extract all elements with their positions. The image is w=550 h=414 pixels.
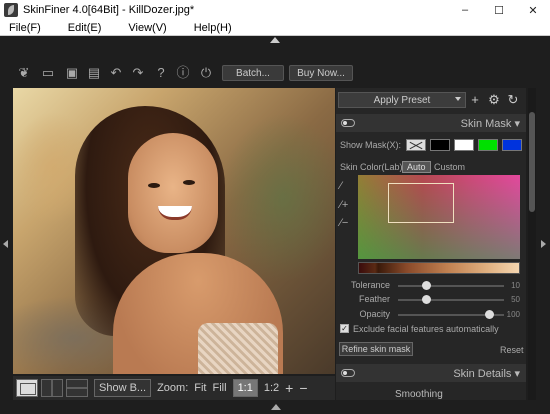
batch-button[interactable]: Batch...: [222, 65, 284, 81]
zoom-in-button[interactable]: +: [285, 380, 293, 396]
tab-custom[interactable]: Custom: [430, 161, 469, 173]
skin-mask-header[interactable]: Skin Mask ▾: [336, 114, 526, 132]
skin-mask-title: Skin Mask ▾: [460, 117, 520, 130]
window-title: SkinFiner 4.0[64Bit] - KillDozer.jpg*: [23, 4, 195, 16]
skin-mask-toggle[interactable]: [341, 119, 355, 127]
app-logo-icon: [4, 3, 18, 17]
skin-color-selection[interactable]: [388, 183, 454, 223]
exclude-facial-checkbox[interactable]: ✓: [340, 324, 349, 333]
redo-icon[interactable]: ↷: [130, 66, 146, 80]
skin-details-header[interactable]: Skin Details ▾: [336, 364, 526, 382]
panel-scroll-thumb[interactable]: [529, 112, 535, 212]
apply-preset-dropdown[interactable]: Apply Preset: [338, 92, 466, 108]
maximize-button[interactable]: ☐: [482, 0, 516, 20]
save-icon[interactable]: ▣: [64, 66, 80, 80]
menu-edit[interactable]: Edit(E): [68, 22, 102, 34]
add-preset-icon[interactable]: +: [468, 93, 482, 107]
collapse-toolbar-icon[interactable]: [270, 37, 280, 43]
mask-white-swatch[interactable]: [454, 139, 474, 151]
zoom-fit-button[interactable]: Fit: [194, 382, 206, 394]
feather-knob[interactable]: [421, 295, 431, 304]
collapse-right-icon[interactable]: [541, 240, 546, 248]
buy-now-button[interactable]: Buy Now...: [289, 65, 353, 81]
view-bar: Show B... Zoom: Fit Fill 1:1 1:2 + −: [13, 376, 335, 400]
single-view-button[interactable]: [16, 379, 38, 397]
zoom-out-button[interactable]: −: [299, 380, 307, 396]
split-vertical-view-button[interactable]: [41, 379, 63, 397]
collapse-left-icon[interactable]: [3, 240, 8, 248]
show-mask-label: Show Mask(X):: [340, 140, 402, 150]
mask-black-swatch[interactable]: [430, 139, 450, 151]
zoom-fill-button[interactable]: Fill: [213, 382, 227, 394]
save-as-icon[interactable]: ▤: [86, 66, 102, 80]
zoom-label: Zoom:: [157, 382, 189, 394]
feather-label: Feather: [358, 294, 390, 304]
reset-button[interactable]: Reset: [500, 345, 524, 355]
tolerance-knob[interactable]: [421, 281, 431, 290]
mask-blue-swatch[interactable]: [502, 139, 522, 151]
tolerance-value: 10: [511, 281, 520, 290]
folder-icon[interactable]: ▭: [40, 66, 56, 80]
plugin-icon[interactable]: ⏻: [198, 66, 214, 80]
minimize-button[interactable]: –: [448, 0, 482, 20]
menu-help[interactable]: Help(H): [194, 22, 232, 34]
zoom-1-2-button[interactable]: 1:2: [264, 382, 279, 394]
eyedropper-add-icon[interactable]: ⁄+: [340, 199, 352, 211]
refresh-icon[interactable]: ↻: [506, 93, 520, 107]
eyedropper-remove-icon[interactable]: ⁄−: [340, 217, 352, 229]
mask-none-swatch[interactable]: [406, 139, 426, 151]
menu-bar: File(F) Edit(E) View(V) Help(H): [0, 20, 550, 36]
undo-icon[interactable]: ↶: [108, 66, 124, 80]
show-before-button[interactable]: Show B...: [94, 379, 152, 397]
photo-dress: [198, 323, 278, 374]
chevron-down-icon: [455, 97, 461, 101]
smoothing-label: Smoothing: [395, 389, 443, 400]
menu-view[interactable]: View(V): [128, 22, 166, 34]
info-icon[interactable]: ⓘ: [175, 66, 191, 80]
help-icon[interactable]: ?: [153, 66, 169, 80]
tolerance-slider[interactable]: [398, 285, 504, 287]
photo-eye-right: [183, 180, 195, 185]
eyedropper-icon[interactable]: ⁄: [340, 180, 352, 192]
menu-file[interactable]: File(F): [9, 22, 41, 34]
skin-tone-bar[interactable]: [358, 262, 520, 274]
split-horizontal-view-button[interactable]: [66, 379, 88, 397]
gear-icon[interactable]: ⚙: [487, 93, 501, 107]
photo-eye-left: [148, 183, 160, 188]
title-bar: SkinFiner 4.0[64Bit] - KillDozer.jpg* – …: [0, 0, 550, 20]
skin-color-label: Skin Color(Lab):: [340, 162, 406, 172]
tab-auto[interactable]: Auto: [402, 161, 431, 173]
leaf-icon: ❦: [18, 65, 30, 80]
feather-value: 50: [511, 295, 520, 304]
tolerance-label: Tolerance: [350, 280, 390, 290]
feather-slider[interactable]: [398, 299, 504, 301]
skin-details-title: Skin Details ▾: [453, 367, 520, 380]
collapse-bottom-icon[interactable]: [271, 404, 281, 410]
mask-green-swatch[interactable]: [478, 139, 498, 151]
refine-skin-mask-button[interactable]: Refine skin mask: [339, 342, 413, 356]
image-canvas[interactable]: [13, 88, 335, 374]
photo-face: [128, 133, 218, 253]
opacity-label: Opacity: [359, 309, 390, 319]
close-button[interactable]: ✕: [516, 0, 550, 20]
opacity-value: 100: [506, 310, 520, 319]
skin-details-toggle[interactable]: [341, 369, 355, 377]
zoom-1-1-button[interactable]: 1:1: [232, 379, 258, 397]
exclude-facial-label: Exclude facial features automatically: [353, 324, 499, 334]
